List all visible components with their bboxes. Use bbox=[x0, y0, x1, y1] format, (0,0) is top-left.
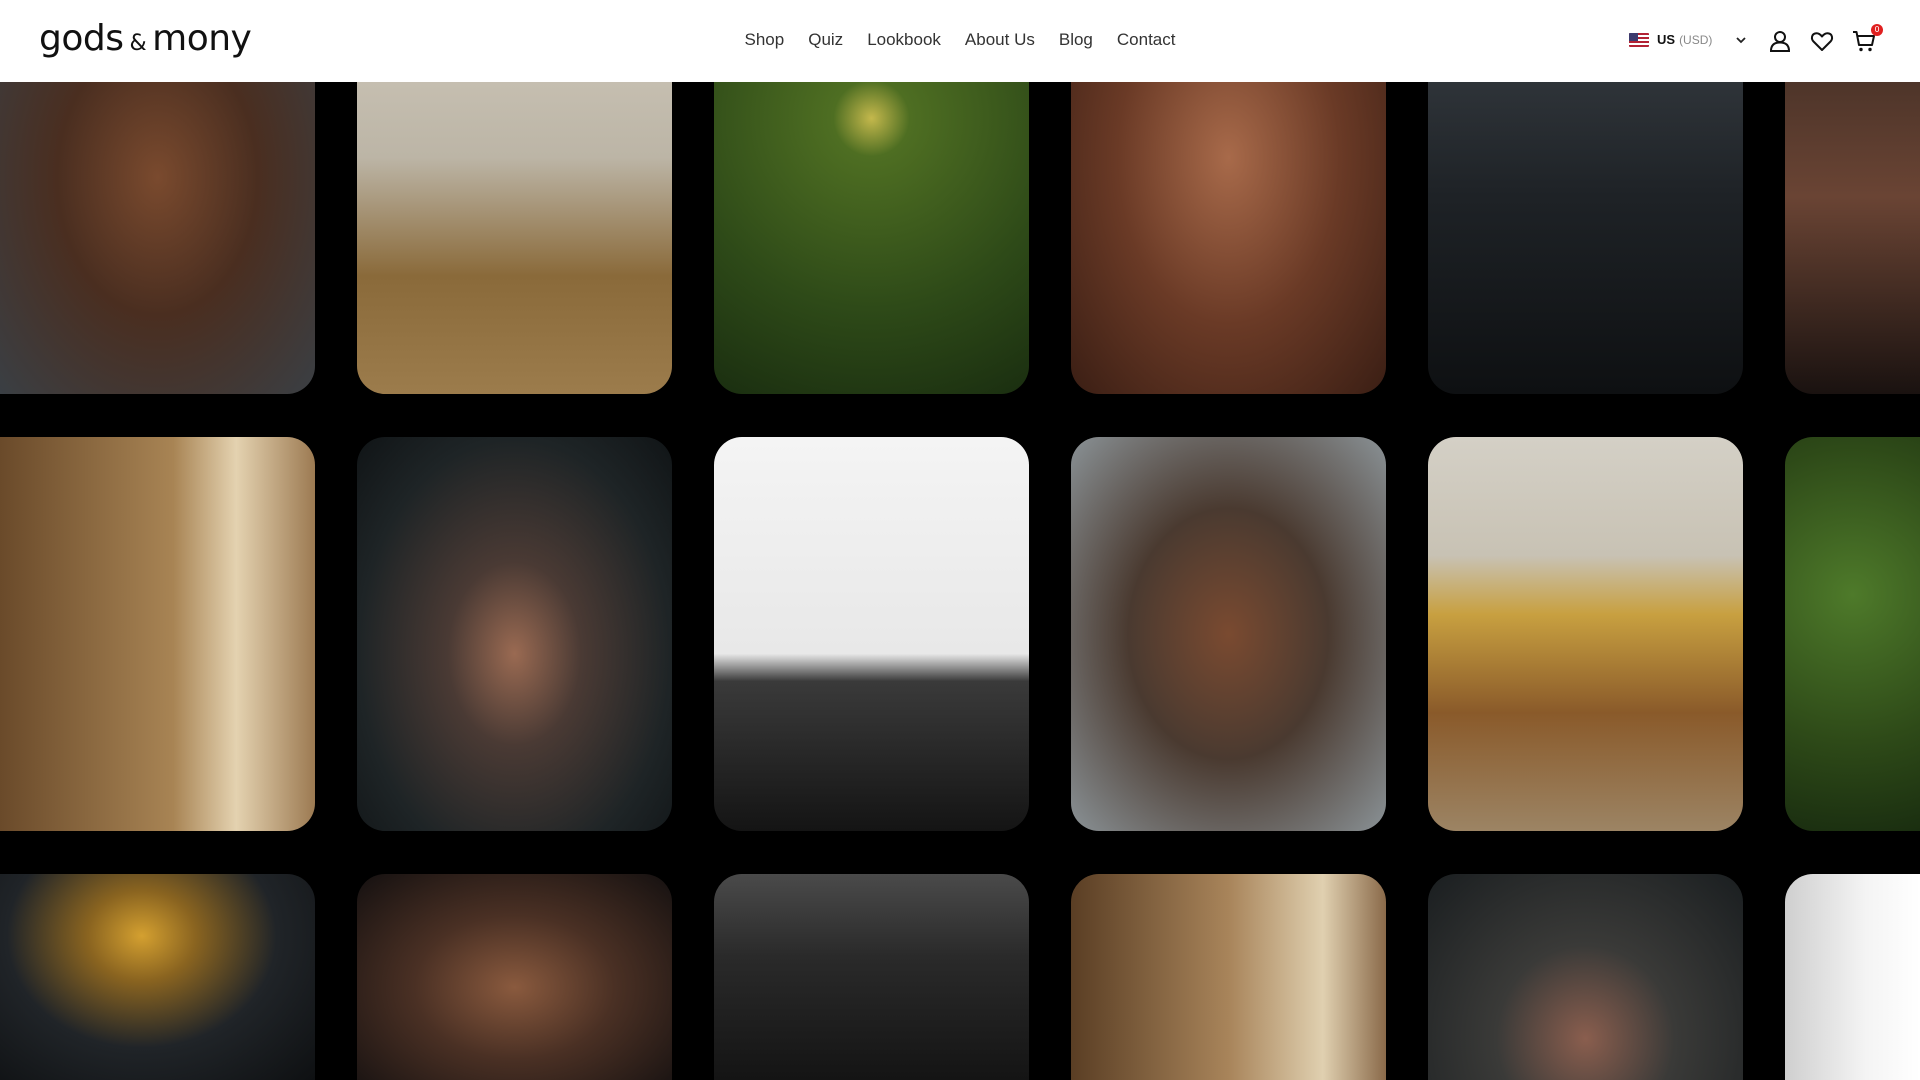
nav-about-us[interactable]: About Us bbox=[953, 30, 1047, 50]
gallery-image-white-gradient-edge[interactable] bbox=[1785, 874, 1920, 1080]
nav-blog[interactable]: Blog bbox=[1047, 30, 1105, 50]
nav-lookbook[interactable]: Lookbook bbox=[855, 30, 953, 50]
gallery-image-man-in-black-coat-corridor[interactable] bbox=[714, 874, 1029, 1080]
account-icon[interactable] bbox=[1767, 28, 1793, 54]
cart-button[interactable]: 0 bbox=[1851, 24, 1883, 54]
gallery-image-man-profile-warm-wall[interactable] bbox=[1071, 874, 1386, 1080]
gallery-image-golden-crown-mask[interactable] bbox=[0, 874, 315, 1080]
chevron-down-icon bbox=[1736, 36, 1747, 43]
cart-count-badge: 0 bbox=[1871, 24, 1883, 36]
currency-code: US bbox=[1657, 32, 1676, 47]
nav-quiz[interactable]: Quiz bbox=[796, 30, 855, 50]
gallery-image-hands-in-dark-water[interactable] bbox=[357, 437, 672, 831]
wishlist-heart-icon[interactable] bbox=[1809, 28, 1835, 54]
nav-contact[interactable]: Contact bbox=[1105, 30, 1188, 50]
gallery-image-man-behind-wet-glass[interactable] bbox=[1071, 437, 1386, 831]
us-flag-icon bbox=[1629, 32, 1649, 47]
gallery-image-yellow-jacket-seated-man-full[interactable] bbox=[1428, 437, 1743, 831]
gallery-image-blurred-torso[interactable] bbox=[357, 874, 672, 1080]
site-header: gods & mony Shop Quiz Lookbook About Us Bl… bbox=[0, 0, 1920, 82]
gallery-image-topiary-garden-edge[interactable] bbox=[1785, 437, 1920, 831]
gallery-image-man-seated-in-dark-robe[interactable] bbox=[0, 437, 315, 831]
image-gallery bbox=[0, 0, 1920, 1080]
currency-selector[interactable]: US (USD) bbox=[1629, 32, 1748, 47]
nav-shop[interactable]: Shop bbox=[733, 30, 797, 50]
currency-name: (USD) bbox=[1679, 32, 1713, 47]
gallery-image-white-sky-dark-dune[interactable] bbox=[714, 437, 1029, 831]
gallery-image-hands-dark-water-blurred[interactable] bbox=[1428, 874, 1743, 1080]
